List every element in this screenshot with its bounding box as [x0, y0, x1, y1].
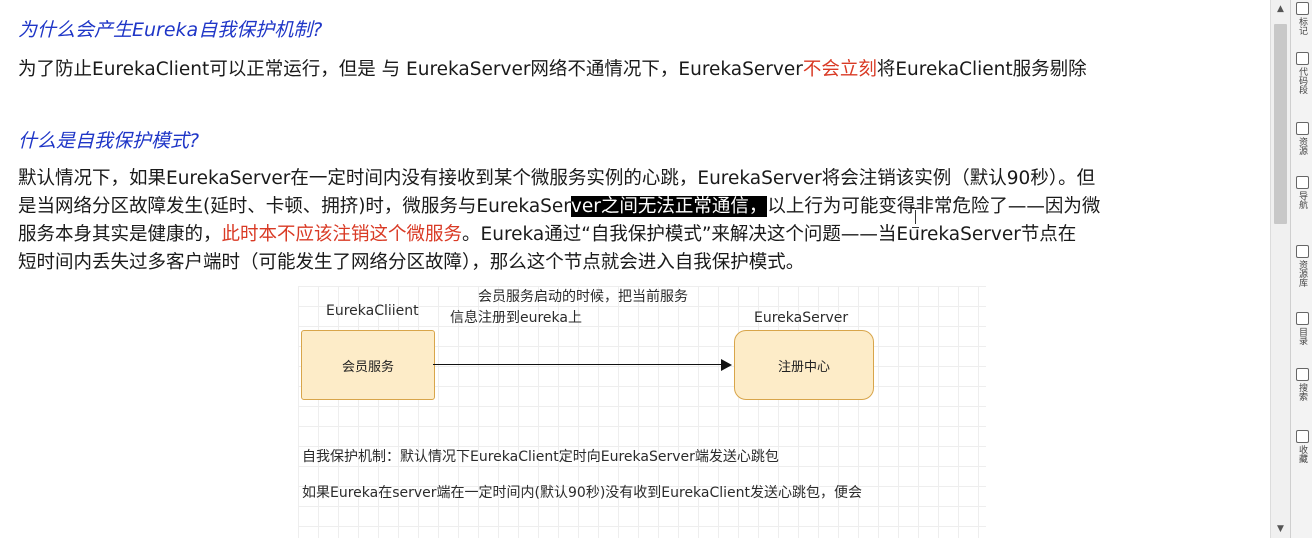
server-label: EurekaServer — [754, 310, 849, 326]
paragraph-2-line-4: 短时间内丢失过多客户端时（可能发生了网络分区故障），那么这个节点就会进入自我保护… — [18, 252, 805, 273]
paragraph-2-line-2: 是当网络分区故障发生(延时、卡顿、拥挤)时，微服务与EurekaServer之间… — [18, 193, 1100, 221]
arrow-head-icon — [721, 359, 732, 371]
para2-line3-text-end: 。Eureka通过“自我保护模式”来解决这个问题——当EurekaServer节… — [462, 224, 1077, 245]
para2-line2-text: 是当网络分区故障发生(延时、卡顿、拥挤)时，微服务与EurekaSer — [18, 196, 571, 217]
resource-icon — [1295, 122, 1309, 135]
side-item-label: 资源库 — [1297, 260, 1307, 287]
client-label: EurekaCliient — [326, 303, 419, 319]
side-item-outline[interactable]: 目录 — [1293, 312, 1311, 345]
side-item-label: 代码段 — [1297, 67, 1307, 94]
nav-icon — [1295, 176, 1309, 189]
text-cursor-icon — [912, 208, 920, 228]
selected-text[interactable]: ver之间无法正常通信， — [570, 196, 768, 217]
figure-note-line-1: 自我保护机制：默认情况下EurekaClient定时向EurekaServer端… — [302, 449, 779, 465]
bookmark-icon — [1295, 2, 1309, 15]
search-icon — [1295, 368, 1309, 381]
side-item-nav[interactable]: 导航 — [1293, 176, 1311, 209]
side-item-label: 搜索 — [1297, 383, 1307, 401]
register-arrow — [433, 364, 723, 365]
side-item-bookmark[interactable]: 标记 — [1293, 2, 1311, 35]
favorite-icon — [1295, 430, 1309, 443]
side-item-favorite[interactable]: 收藏 — [1293, 430, 1311, 463]
outline-icon — [1295, 312, 1309, 325]
para1-text: 为了防止EurekaClient可以正常运行，但是 与 EurekaServer… — [18, 59, 803, 80]
para2-emphasis: 此时本不应该注销这个微服务 — [221, 224, 463, 245]
scrollbar-thumb[interactable] — [1274, 24, 1287, 224]
right-side-panel: 标记 代码段 资源 导航 资源库 目录 搜索 收藏 — [1290, 0, 1312, 538]
figure-note-line-2: 如果Eureka在server端在一定时间内(默认90秒)没有收到EurekaC… — [302, 485, 863, 501]
code-icon — [1295, 52, 1309, 65]
para1-emphasis: 不会立刻 — [802, 59, 877, 80]
embedded-diagram-image: EurekaCliient 会员服务启动的时候，把当前服务 信息注册到eurek… — [298, 286, 986, 538]
para2-line2-text-end: 以上行为可能变得非常危险了——因为微 — [767, 196, 1101, 217]
paragraph-2-line-1: 默认情况下，如果EurekaServer在一定时间内没有接收到某个微服务实例的心… — [18, 168, 1096, 189]
heading-what-is-self-protection: 什么是自我保护模式? — [18, 130, 200, 152]
side-item-label: 标记 — [1297, 17, 1307, 35]
side-item-label: 收藏 — [1297, 445, 1307, 463]
scroll-up-icon[interactable]: ▲ — [1271, 0, 1290, 18]
para2-line3-text: 服务本身其实是健康的， — [18, 224, 222, 245]
vertical-scrollbar[interactable]: ▲ ▼ — [1270, 0, 1290, 538]
side-item-label: 导航 — [1297, 191, 1307, 209]
arrow-caption-line-1: 会员服务启动的时候，把当前服务 — [478, 289, 688, 305]
scroll-down-icon[interactable]: ▼ — [1271, 520, 1290, 538]
arrow-caption-line-2: 信息注册到eureka上 — [450, 310, 582, 326]
heading-why-self-protection: 为什么会产生Eureka自我保护机制? — [18, 19, 323, 41]
side-item-resource[interactable]: 资源 — [1293, 122, 1311, 155]
side-item-library[interactable]: 资源库 — [1293, 245, 1311, 287]
side-item-search[interactable]: 搜索 — [1293, 368, 1311, 401]
side-item-label: 目录 — [1297, 327, 1307, 345]
side-item-snippets[interactable]: 代码段 — [1293, 52, 1311, 94]
para1-text-end: 将EurekaClient服务剔除 — [876, 59, 1087, 80]
member-service-box: 会员服务 — [301, 330, 435, 400]
registry-center-box: 注册中心 — [734, 330, 874, 400]
library-icon — [1295, 245, 1309, 258]
document-area[interactable]: 为什么会产生Eureka自我保护机制? 为了防止EurekaClient可以正常… — [0, 0, 1270, 538]
side-item-label: 资源 — [1297, 137, 1307, 155]
paragraph-1: 为了防止EurekaClient可以正常运行，但是 与 EurekaServer… — [18, 56, 1087, 84]
